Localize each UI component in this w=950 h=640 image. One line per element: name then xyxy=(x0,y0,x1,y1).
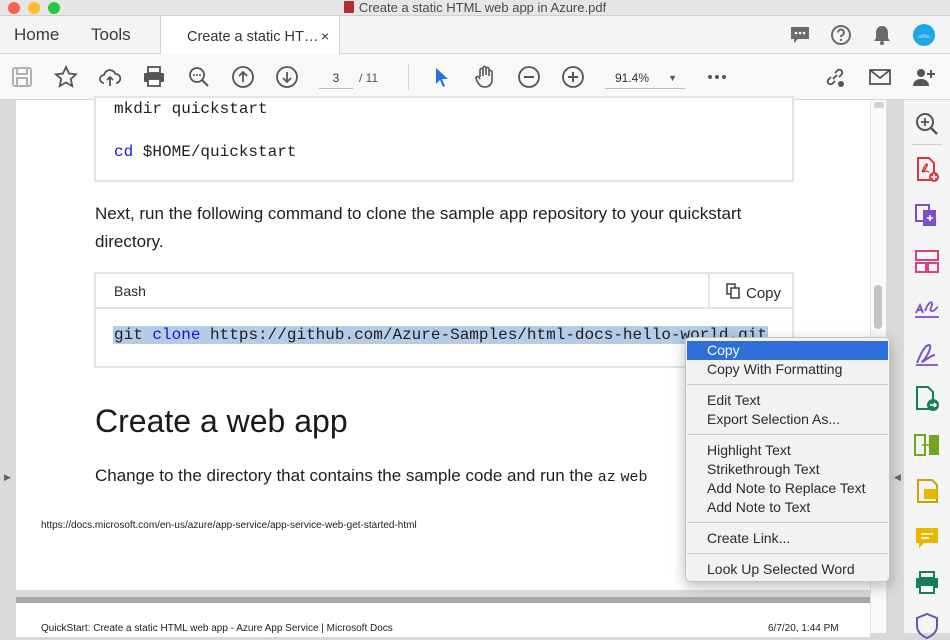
user-avatar-icon[interactable] xyxy=(912,23,936,47)
notification-bell-icon[interactable] xyxy=(872,24,892,46)
add-user-icon[interactable] xyxy=(912,65,936,89)
save-icon[interactable] xyxy=(10,65,34,89)
paragraph-text: Change to the directory that contains th… xyxy=(95,466,648,486)
close-tab-button[interactable]: × xyxy=(321,16,329,56)
copy-icon xyxy=(726,283,740,299)
previous-page-icon[interactable] xyxy=(231,65,255,89)
zoom-out-icon[interactable] xyxy=(517,65,541,89)
comment-icon[interactable] xyxy=(789,25,811,45)
export-pdf-icon[interactable] xyxy=(912,385,942,413)
compare-files-icon[interactable] xyxy=(912,431,942,459)
toolbar-divider xyxy=(408,64,409,90)
tab-bar: Home Tools Create a static HT… × xyxy=(0,16,950,54)
menu-separator xyxy=(687,384,888,385)
fill-sign-icon[interactable] xyxy=(912,293,942,321)
email-icon[interactable] xyxy=(868,65,892,89)
paragraph-text: directory. xyxy=(95,232,164,251)
paragraph-text: Next, run the following command to clone… xyxy=(95,204,742,223)
menu-item-add-note[interactable]: Add Note to Text xyxy=(687,498,888,517)
combine-files-icon[interactable] xyxy=(912,201,942,229)
right-panel-toggle-icon[interactable]: ◀ xyxy=(894,472,901,483)
scrollbar-thumb[interactable] xyxy=(874,285,882,329)
window-title: Create a static HTML web app in Azure.pd… xyxy=(0,0,950,16)
page-total: / 11 xyxy=(359,71,379,85)
context-menu: Copy Copy With Formatting Edit Text Expo… xyxy=(685,337,890,582)
tab-home[interactable]: Home xyxy=(14,16,59,54)
menu-item-highlight-text[interactable]: Highlight Text xyxy=(687,441,888,460)
zoom-in-icon[interactable] xyxy=(561,65,585,89)
more-options-icon[interactable] xyxy=(705,65,729,89)
menu-separator xyxy=(687,553,888,554)
menu-item-edit-text[interactable]: Edit Text xyxy=(687,391,888,410)
help-icon[interactable] xyxy=(830,24,852,46)
request-signature-icon[interactable] xyxy=(912,339,942,367)
zoom-level-select[interactable]: 91.4% ▼ xyxy=(605,67,685,89)
code-language-label: Bash xyxy=(114,283,146,299)
menu-item-export-selection[interactable]: Export Selection As... xyxy=(687,410,888,429)
next-page-icon[interactable] xyxy=(275,65,299,89)
selected-code-line[interactable]: git clone https://github.com/Azure-Sampl… xyxy=(113,326,768,344)
page-number-input[interactable]: 3 xyxy=(319,67,353,89)
cloud-upload-icon[interactable] xyxy=(98,65,122,89)
menu-item-create-link[interactable]: Create Link... xyxy=(687,529,888,548)
menu-separator xyxy=(687,522,888,523)
menu-item-strikethrough-text[interactable]: Strikethrough Text xyxy=(687,460,888,479)
print-production-icon[interactable] xyxy=(912,569,942,597)
select-cursor-icon[interactable] xyxy=(430,65,454,89)
left-panel-toggle-icon[interactable]: ▶ xyxy=(4,472,11,483)
organize-pages-icon[interactable] xyxy=(912,248,942,276)
code-block-header xyxy=(96,274,792,309)
tab-document-label: Create a static HT… xyxy=(187,29,319,45)
comment-tool-icon[interactable] xyxy=(912,477,942,505)
search-text-icon[interactable] xyxy=(187,65,211,89)
tab-document[interactable]: Create a static HT… × xyxy=(160,16,340,54)
code-block: mkdir quickstart cd $HOME/quickstart xyxy=(94,96,794,182)
pdf-page: QuickStart: Create a static HTML web app… xyxy=(16,597,870,637)
copy-code-button[interactable]: Copy xyxy=(708,274,792,309)
panel-divider xyxy=(912,144,942,145)
page-header-date: 6/7/20, 1:44 PM xyxy=(768,623,839,634)
share-link-icon[interactable] xyxy=(823,65,847,89)
zoom-tool-icon[interactable] xyxy=(912,110,942,138)
chevron-down-icon: ▼ xyxy=(668,73,677,83)
create-pdf-icon[interactable] xyxy=(912,156,942,184)
scroll-top-marker xyxy=(874,102,884,108)
toolbar: 3 / 11 91.4% ▼ xyxy=(0,54,950,100)
bookmark-star-icon[interactable] xyxy=(54,65,78,89)
tab-tools[interactable]: Tools xyxy=(91,16,131,54)
page-header-title: QuickStart: Create a static HTML web app… xyxy=(41,623,393,634)
pdf-file-icon xyxy=(343,1,354,13)
copy-code-label: Copy xyxy=(746,285,782,302)
page-footer-url: https://docs.microsoft.com/en-us/azure/a… xyxy=(41,520,417,531)
menu-item-copy-with-formatting[interactable]: Copy With Formatting xyxy=(687,360,888,379)
hand-tool-icon[interactable] xyxy=(473,65,497,89)
menu-item-copy[interactable]: Copy xyxy=(687,341,888,360)
menu-item-look-up-word[interactable]: Look Up Selected Word xyxy=(687,560,888,579)
protect-icon[interactable] xyxy=(912,612,942,640)
code-line: cd $HOME/quickstart xyxy=(114,143,297,161)
menu-separator xyxy=(687,434,888,435)
menu-item-add-note-replace[interactable]: Add Note to Replace Text xyxy=(687,479,888,498)
print-icon[interactable] xyxy=(142,65,166,89)
code-line: mkdir quickstart xyxy=(114,100,268,118)
window-title-bar: Create a static HTML web app in Azure.pd… xyxy=(0,0,950,16)
annotation-icon[interactable] xyxy=(912,524,942,552)
section-heading: Create a web app xyxy=(95,403,348,439)
